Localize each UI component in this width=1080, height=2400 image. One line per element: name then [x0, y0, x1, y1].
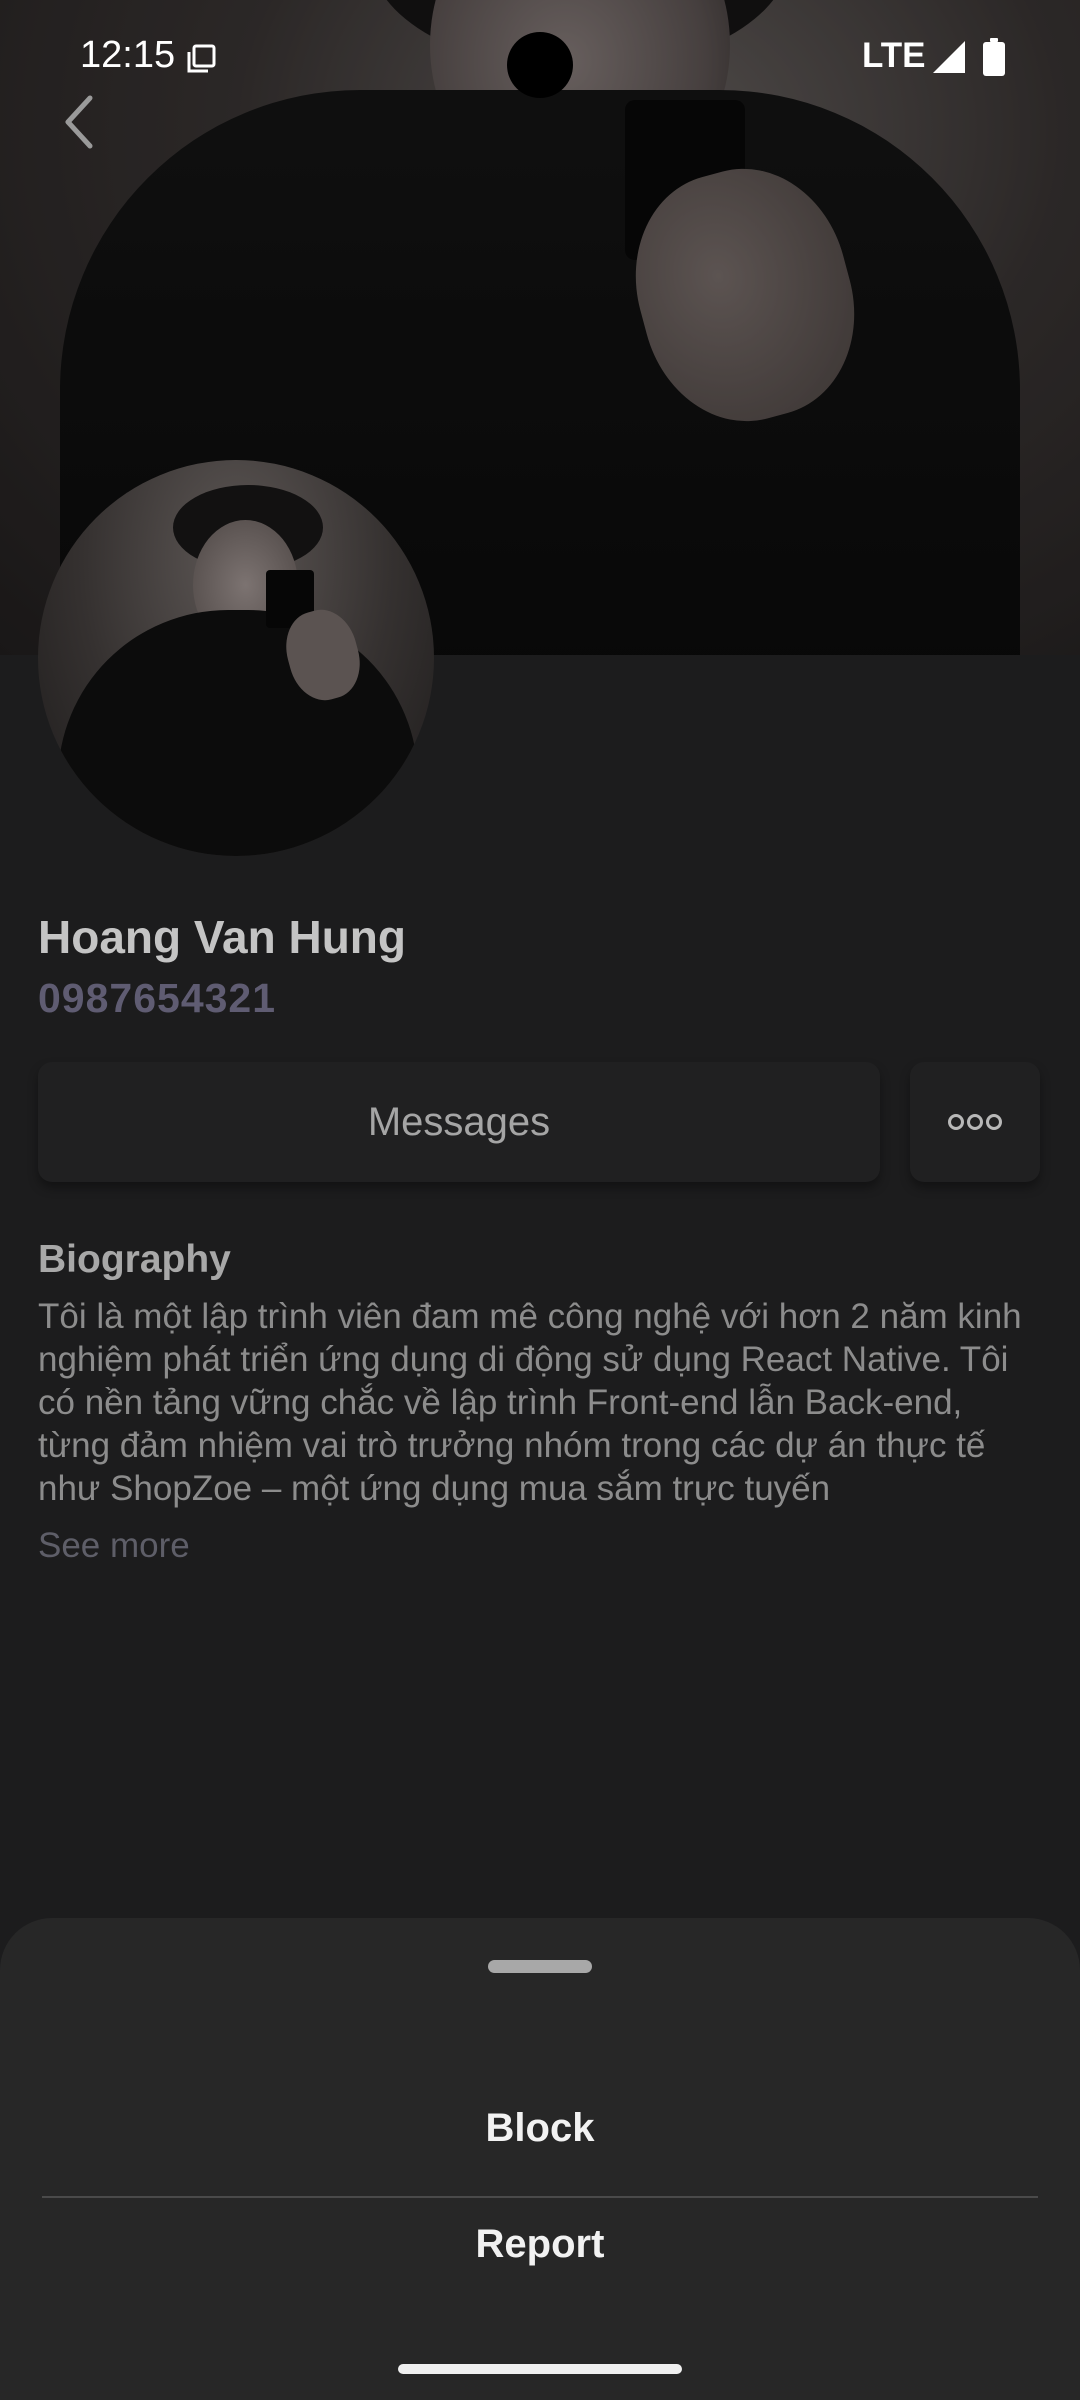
biography-text: Tôi là một lập trình viên đam mê công ng…	[38, 1297, 1022, 1508]
camera-cutout	[507, 32, 573, 98]
block-button[interactable]: Block	[0, 2088, 1080, 2168]
copy-icon	[187, 44, 216, 73]
sheet-handle[interactable]	[488, 1960, 592, 1973]
avatar[interactable]	[38, 460, 434, 856]
bottom-sheet: Block Report	[0, 1918, 1080, 2400]
back-button[interactable]	[48, 82, 108, 162]
network-label: LTE	[862, 36, 926, 75]
more-dots-icon	[948, 1114, 1002, 1130]
profile-phone: 0987654321	[38, 975, 277, 1021]
status-time: 12:15	[80, 34, 176, 76]
divider	[42, 2196, 1038, 2198]
battery-icon	[983, 38, 1005, 76]
messages-button[interactable]: Messages	[38, 1062, 880, 1182]
status-bar: 12:15 LTE	[0, 0, 1080, 118]
signal-icon	[933, 41, 965, 73]
home-indicator[interactable]	[398, 2364, 682, 2374]
biography-title: Biography	[38, 1238, 231, 1281]
see-more-link[interactable]: See more	[38, 1526, 190, 1566]
report-button[interactable]: Report	[0, 2204, 1080, 2284]
more-options-button[interactable]	[910, 1062, 1040, 1182]
profile-name: Hoang Van Hung	[38, 911, 406, 963]
chevron-left-icon	[65, 95, 93, 149]
